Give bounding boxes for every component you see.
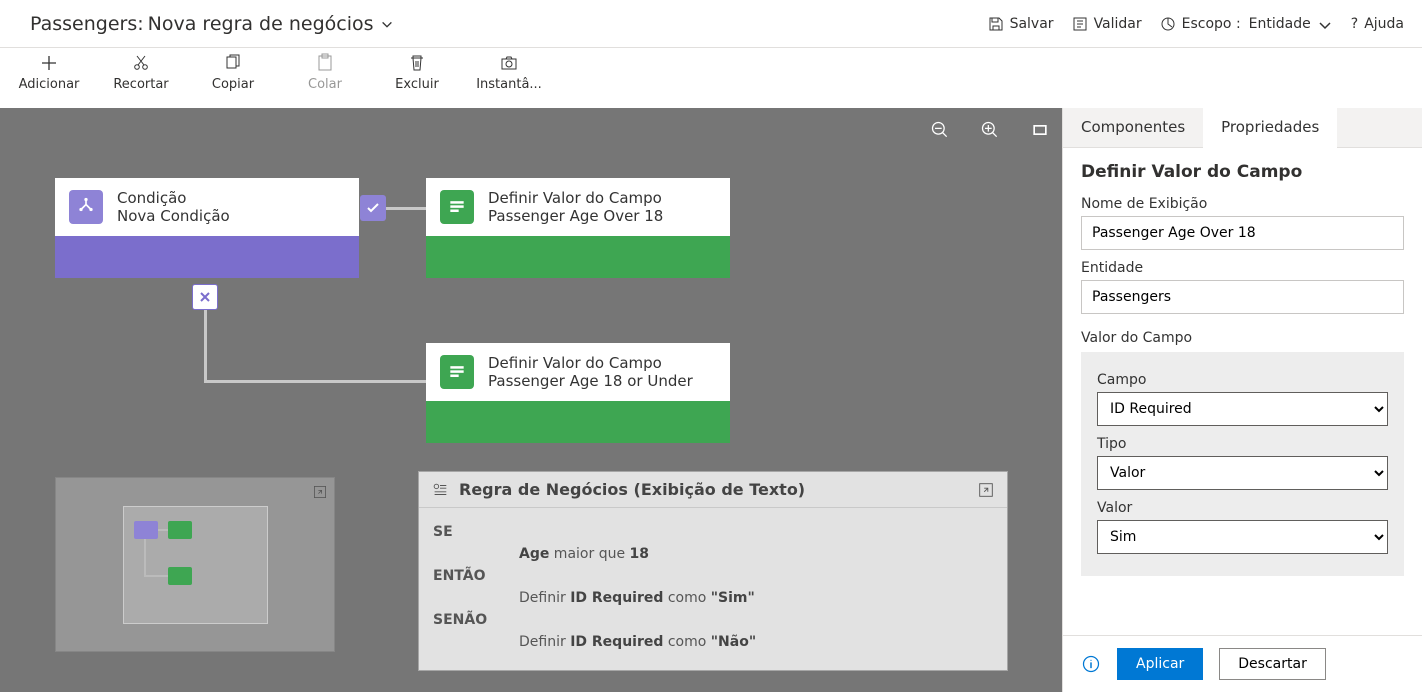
minimap-connector	[144, 539, 146, 575]
then-label: ENTÃO	[433, 568, 491, 584]
delete-button[interactable]: Excluir	[390, 53, 444, 92]
paste-button[interactable]: Colar	[298, 53, 352, 92]
validate-label: Validar	[1094, 16, 1142, 32]
settings-list-icon	[431, 481, 449, 499]
expand-icon[interactable]	[977, 481, 995, 499]
node-footer	[426, 236, 730, 278]
design-canvas[interactable]: Condição Nova Condição Definir Valor do …	[0, 108, 1062, 692]
branch-true-badge	[360, 195, 386, 221]
minimap-node	[134, 521, 158, 539]
if-expression: Age maior que 18	[519, 546, 993, 562]
cut-label: Recortar	[113, 77, 168, 92]
minimap[interactable]	[55, 477, 335, 652]
help-icon: ?	[1351, 16, 1358, 32]
page-title[interactable]: Passengers: Nova regra de negócios	[30, 13, 394, 35]
minimap-node	[168, 521, 192, 539]
snapshot-label: Instantâ...	[476, 77, 542, 92]
copy-button[interactable]: Copiar	[206, 53, 260, 92]
fit-to-screen-icon[interactable]	[1030, 120, 1050, 140]
node-title: Definir Valor do Campo	[488, 354, 693, 372]
entity-label: Entidade	[1081, 260, 1404, 276]
set-value-icon	[440, 190, 474, 224]
copy-icon	[223, 53, 243, 73]
node-subtitle: Passenger Age Over 18	[488, 207, 663, 225]
chevron-down-icon[interactable]	[380, 18, 394, 32]
else-expression: Definir ID Required como "Não"	[519, 634, 993, 650]
trash-icon	[407, 53, 427, 73]
field-value-section-label: Valor do Campo	[1081, 330, 1404, 346]
scope-selector[interactable]: Escopo : Entidade	[1160, 16, 1333, 32]
type-select[interactable]: Valor	[1097, 456, 1388, 490]
display-name-label: Nome de Exibição	[1081, 196, 1404, 212]
node-subtitle: Passenger Age 18 or Under	[488, 372, 693, 390]
apply-button[interactable]: Aplicar	[1117, 648, 1203, 680]
discard-button[interactable]: Descartar	[1219, 648, 1326, 680]
node-footer	[426, 401, 730, 443]
connector	[386, 207, 426, 210]
entity-name: Passengers	[30, 13, 137, 35]
minimap-connector	[158, 529, 168, 531]
value-select[interactable]: Sim	[1097, 520, 1388, 554]
node-subtitle: Nova Condição	[117, 207, 230, 225]
rule-text-view: Regra de Negócios (Exibição de Texto) SE…	[418, 471, 1008, 671]
snapshot-button[interactable]: Instantâ...	[482, 53, 536, 92]
if-text	[519, 524, 993, 540]
connector	[204, 310, 207, 382]
popout-icon[interactable]	[312, 484, 328, 500]
paste-label: Colar	[308, 77, 342, 92]
tab-components[interactable]: Componentes	[1063, 108, 1203, 147]
node-title: Condição	[117, 189, 230, 207]
then-expression: Definir ID Required como "Sim"	[519, 590, 993, 606]
zoom-out-icon[interactable]	[930, 120, 950, 140]
zoom-in-icon[interactable]	[980, 120, 1000, 140]
scope-value: Entidade	[1249, 16, 1311, 32]
node-title: Definir Valor do Campo	[488, 189, 663, 207]
connector	[204, 380, 426, 383]
help-button[interactable]: ? Ajuda	[1351, 16, 1404, 32]
action-then-node[interactable]: Definir Valor do Campo Passenger Age Ove…	[426, 178, 730, 278]
branch-false-badge	[192, 284, 218, 310]
scope-icon	[1160, 16, 1176, 32]
toolbar: Adicionar Recortar Copiar Colar Excluir …	[0, 48, 1422, 108]
action-else-node[interactable]: Definir Valor do Campo Passenger Age 18 …	[426, 343, 730, 443]
minimap-node	[168, 567, 192, 585]
scope-label: Escopo :	[1182, 16, 1241, 32]
save-button[interactable]: Salvar	[988, 16, 1054, 32]
condition-node[interactable]: Condição Nova Condição	[55, 178, 359, 278]
camera-icon	[499, 53, 519, 73]
save-label: Salvar	[1010, 16, 1054, 32]
validate-button[interactable]: Validar	[1072, 16, 1142, 32]
tab-properties[interactable]: Propriedades	[1203, 108, 1337, 148]
panel-title: Definir Valor do Campo	[1081, 162, 1404, 182]
scissors-icon	[131, 53, 151, 73]
node-footer	[55, 236, 359, 278]
add-label: Adicionar	[19, 77, 80, 92]
delete-label: Excluir	[395, 77, 439, 92]
rule-name: Nova regra de negócios	[148, 13, 374, 35]
cut-button[interactable]: Recortar	[114, 53, 168, 92]
entity-input[interactable]	[1081, 280, 1404, 314]
paste-icon	[315, 53, 335, 73]
minimap-connector	[144, 575, 168, 577]
field-select[interactable]: ID Required	[1097, 392, 1388, 426]
help-label: Ajuda	[1364, 16, 1404, 32]
plus-icon	[39, 53, 59, 73]
save-icon	[988, 16, 1004, 32]
branch-icon	[69, 190, 103, 224]
validate-icon	[1072, 16, 1088, 32]
type-label: Tipo	[1097, 436, 1388, 452]
properties-panel: Componentes Propriedades Definir Valor d…	[1062, 108, 1422, 692]
header-bar: Passengers: Nova regra de negócios Salva…	[0, 0, 1422, 48]
value-label: Valor	[1097, 500, 1388, 516]
text-view-title: Regra de Negócios (Exibição de Texto)	[459, 480, 805, 499]
display-name-input[interactable]	[1081, 216, 1404, 250]
set-value-icon	[440, 355, 474, 389]
chevron-down-icon	[1317, 18, 1333, 34]
info-icon[interactable]	[1081, 654, 1101, 674]
copy-label: Copiar	[212, 77, 254, 92]
if-label: SE	[433, 524, 491, 540]
else-label: SENÃO	[433, 612, 491, 628]
add-button[interactable]: Adicionar	[22, 53, 76, 92]
field-label: Campo	[1097, 372, 1388, 388]
